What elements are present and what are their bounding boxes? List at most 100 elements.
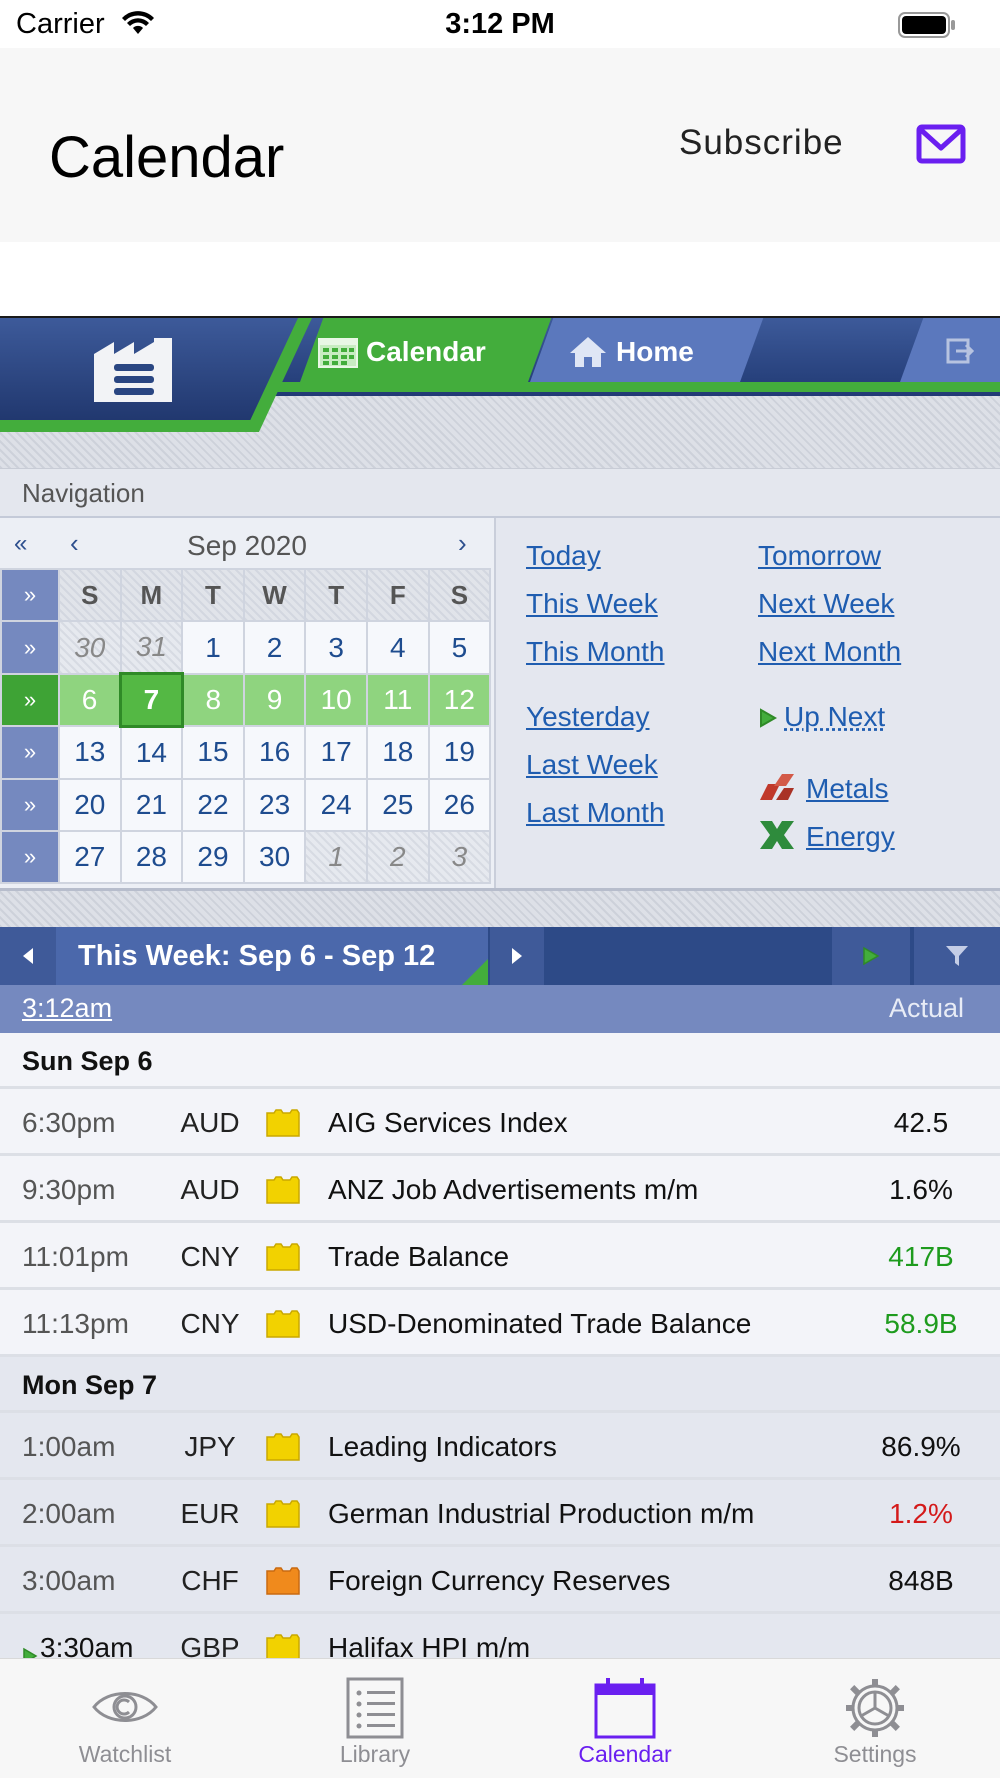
day-cell[interactable]: 11 [365, 672, 430, 728]
impact-icon[interactable] [266, 1109, 300, 1144]
day-cell[interactable]: 23 [242, 777, 307, 832]
current-time-link[interactable]: 3:12am [22, 993, 112, 1024]
link-last-week[interactable]: Last Week [526, 749, 658, 781]
link-metals[interactable]: Metals [806, 773, 888, 805]
right-arrow-icon [512, 948, 522, 964]
select-week-icon[interactable]: » [0, 620, 60, 675]
event-row[interactable]: 1:00am JPY Leading Indicators 86.9% [0, 1413, 1000, 1480]
prev-week-button[interactable] [0, 927, 56, 985]
select-week-icon[interactable]: » [0, 829, 60, 885]
day-cell[interactable]: 1 [304, 829, 368, 885]
event-actual: 417B [888, 1241, 954, 1272]
day-cell[interactable]: 27 [58, 829, 122, 885]
week-row: » 13 14 15 16 17 18 19 [0, 725, 492, 780]
tab-label: Library [339, 1741, 411, 1767]
site-header: Calendar Home [0, 318, 1000, 468]
day-cell[interactable]: 30 [58, 620, 122, 675]
today-cell[interactable]: 7 [119, 672, 184, 728]
impact-icon[interactable] [266, 1567, 300, 1602]
calendar-grid-icon [318, 338, 358, 368]
impact-icon[interactable] [266, 1310, 300, 1345]
impact-icon[interactable] [266, 1243, 300, 1278]
day-cell[interactable]: 9 [242, 672, 307, 728]
link-yesterday[interactable]: Yesterday [526, 701, 650, 733]
link-last-month[interactable]: Last Month [526, 797, 665, 829]
day-cell[interactable]: 18 [365, 725, 430, 780]
tab-bar: Watchlist Library Calendar Settings [0, 1658, 1000, 1778]
tab-calendar[interactable]: Calendar [500, 1659, 750, 1778]
link-next-month[interactable]: Next Month [758, 636, 901, 668]
day-cell[interactable]: 3 [427, 829, 492, 885]
day-cell[interactable]: 13 [58, 725, 122, 780]
event-row[interactable]: 3:00am CHF Foreign Currency Reserves 848… [0, 1547, 1000, 1614]
link-up-next[interactable]: Up Next [784, 701, 885, 733]
link-today[interactable]: Today [526, 540, 601, 572]
event-row[interactable]: 2:00am EUR German Industrial Production … [0, 1480, 1000, 1547]
event-row[interactable]: 11:01pm CNY Trade Balance 417B [0, 1223, 1000, 1290]
menu-icon[interactable] [92, 338, 174, 409]
day-cell[interactable]: 26 [427, 777, 492, 832]
subscribe-button[interactable]: Subscribe [679, 123, 844, 163]
day-cell[interactable]: 10 [304, 672, 368, 728]
next-week-button[interactable] [490, 927, 544, 985]
day-cell[interactable]: 25 [365, 777, 430, 832]
day-cell[interactable]: 4 [365, 620, 430, 675]
day-cell[interactable]: 19 [427, 725, 492, 780]
event-row-up-next[interactable]: 3:30am GBP Halifax HPI m/m [0, 1614, 1000, 1658]
day-cell[interactable]: 29 [181, 829, 245, 885]
day-cell[interactable]: 22 [181, 777, 245, 832]
select-week-icon[interactable]: » [0, 725, 60, 780]
event-actual: 1.2% [889, 1498, 953, 1529]
tab-home[interactable]: Home [568, 332, 694, 372]
collapse-weeks-icon[interactable]: » [0, 567, 60, 623]
next-month-button[interactable]: › [458, 528, 467, 559]
link-this-month[interactable]: This Month [526, 636, 665, 668]
day-cell[interactable]: 21 [119, 777, 184, 832]
event-row[interactable]: 11:13pm CNY USD-Denominated Trade Balanc… [0, 1290, 1000, 1357]
day-cell[interactable]: 28 [119, 829, 184, 885]
day-cell[interactable]: 2 [242, 620, 307, 675]
day-cell[interactable]: 20 [58, 777, 122, 832]
metals-icon [758, 770, 796, 807]
link-this-week[interactable]: This Week [526, 588, 658, 620]
impact-icon[interactable] [266, 1176, 300, 1211]
jump-up-next-button[interactable] [832, 927, 912, 985]
event-time: 9:30pm [22, 1174, 116, 1205]
day-cell[interactable]: 8 [181, 672, 245, 728]
select-week-icon[interactable]: » [0, 777, 60, 832]
day-cell[interactable]: 15 [181, 725, 245, 780]
event-time: 11:13pm [22, 1308, 129, 1339]
day-cell[interactable]: 6 [58, 672, 122, 728]
day-cell[interactable]: 5 [427, 620, 492, 675]
event-time: 3:00am [22, 1565, 116, 1596]
list-icon [340, 1677, 410, 1744]
day-cell[interactable]: 30 [242, 829, 307, 885]
impact-icon[interactable] [266, 1433, 300, 1468]
day-cell[interactable]: 1 [181, 620, 245, 675]
filter-button[interactable] [914, 927, 1000, 985]
link-energy[interactable]: Energy [806, 821, 895, 853]
mail-icon[interactable] [916, 124, 966, 169]
tab-library[interactable]: Library [250, 1659, 500, 1778]
tab-watchlist[interactable]: Watchlist [0, 1659, 250, 1778]
link-next-week[interactable]: Next Week [758, 588, 894, 620]
link-tomorrow[interactable]: Tomorrow [758, 540, 881, 572]
column-header: 3:12am Actual [0, 985, 1000, 1033]
day-cell[interactable]: 16 [242, 725, 307, 780]
impact-icon[interactable] [266, 1634, 300, 1658]
event-row[interactable]: 6:30pm AUD AIG Services Index 42.5 [0, 1089, 1000, 1156]
day-cell[interactable]: 31 [119, 620, 184, 675]
impact-icon[interactable] [266, 1500, 300, 1535]
tab-settings[interactable]: Settings [750, 1659, 1000, 1778]
day-cell[interactable]: 17 [304, 725, 368, 780]
select-week-icon[interactable]: » [0, 672, 60, 728]
day-cell[interactable]: 3 [304, 620, 368, 675]
tab-calendar[interactable]: Calendar [318, 332, 486, 372]
logout-icon[interactable] [946, 338, 975, 369]
day-cell[interactable]: 2 [365, 829, 430, 885]
day-cell[interactable]: 24 [304, 777, 368, 832]
day-cell[interactable]: 14 [119, 725, 184, 780]
event-row[interactable]: 9:30pm AUD ANZ Job Advertisements m/m 1.… [0, 1156, 1000, 1223]
weekday-label: T [304, 567, 368, 623]
day-cell[interactable]: 12 [427, 672, 492, 728]
